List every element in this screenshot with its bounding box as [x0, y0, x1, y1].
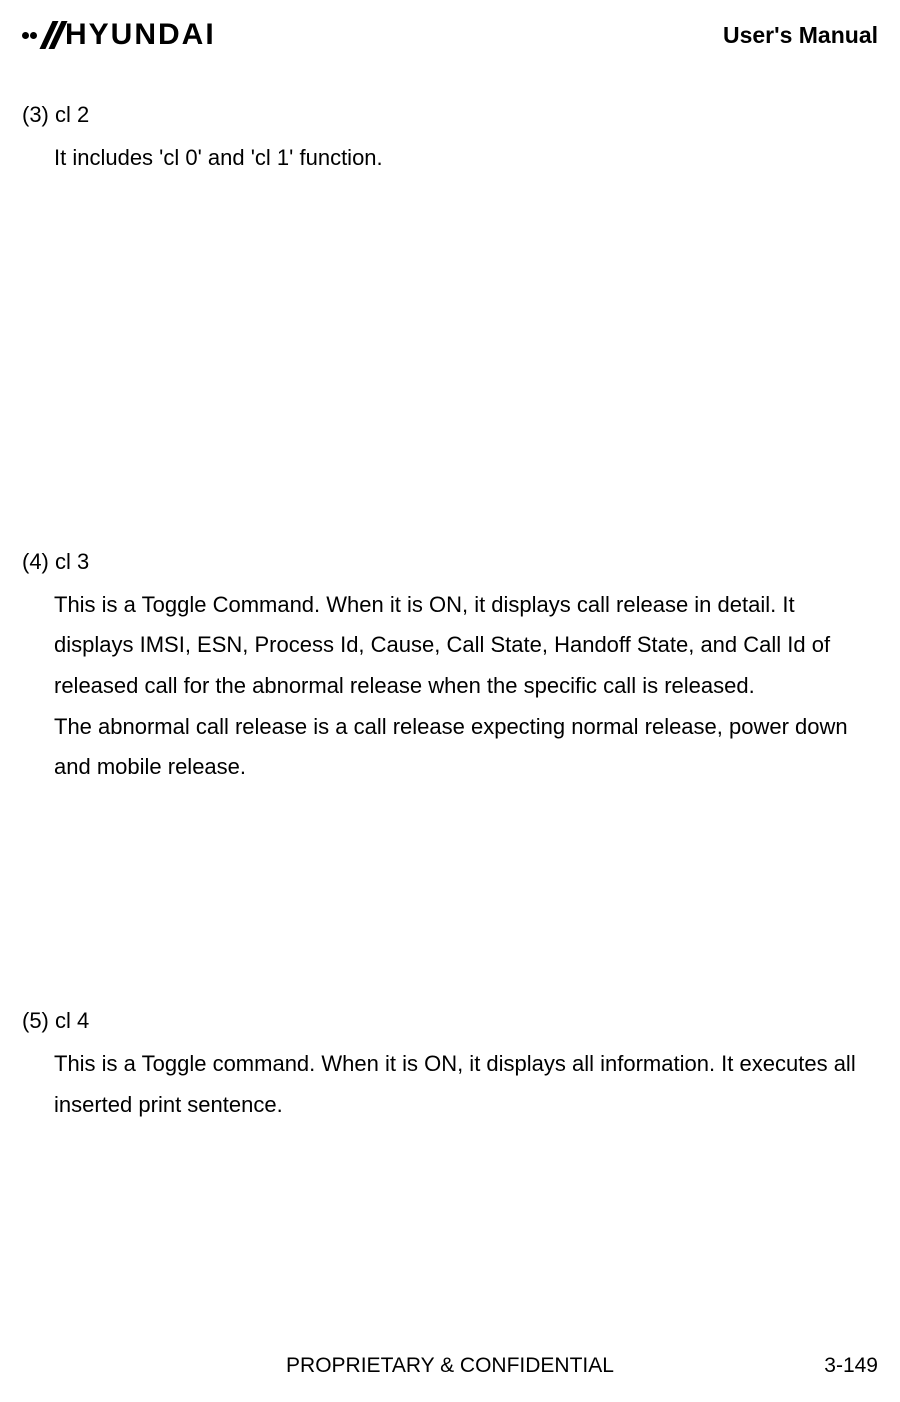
- logo-text: HYUNDAI: [65, 18, 216, 52]
- section-cl2: (3) cl 2 It includes 'cl 0' and 'cl 1' f…: [22, 102, 878, 179]
- hyundai-logo: HYUNDAI: [22, 18, 216, 52]
- footer-page-number: 3-149: [824, 1354, 878, 1378]
- section-cl3-body1: This is a Toggle Command. When it is ON,…: [22, 585, 878, 707]
- section-cl3: (4) cl 3 This is a Toggle Command. When …: [22, 549, 878, 788]
- footer-confidential: PROPRIETARY & CONFIDENTIAL: [286, 1354, 614, 1378]
- logo-dots-icon: [22, 32, 38, 39]
- spacer: [22, 179, 878, 549]
- section-cl4-title: (5) cl 4: [22, 1008, 878, 1034]
- section-cl2-title: (3) cl 2: [22, 102, 878, 128]
- manual-label: User's Manual: [723, 22, 878, 49]
- logo-slash-icon: [40, 21, 64, 49]
- section-cl2-body: It includes 'cl 0' and 'cl 1' function.: [22, 138, 878, 179]
- spacer: [22, 788, 878, 1008]
- section-cl3-title: (4) cl 3: [22, 549, 878, 575]
- page-header: HYUNDAI User's Manual: [0, 0, 900, 62]
- page-footer: PROPRIETARY & CONFIDENTIAL 3-149: [0, 1354, 900, 1378]
- section-cl3-body2: The abnormal call release is a call rele…: [22, 707, 878, 788]
- section-cl4-body: This is a Toggle command. When it is ON,…: [22, 1044, 878, 1125]
- page-content: (3) cl 2 It includes 'cl 0' and 'cl 1' f…: [0, 102, 900, 1126]
- section-cl4: (5) cl 4 This is a Toggle command. When …: [22, 1008, 878, 1125]
